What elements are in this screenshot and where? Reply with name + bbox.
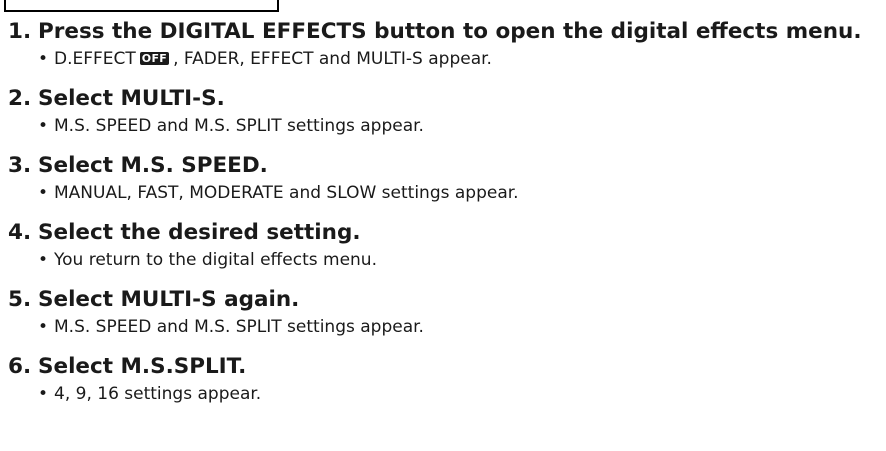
- step-title: Select M.S.SPLIT.: [38, 354, 247, 379]
- note-text: 4, 9, 16 settings appear.: [54, 384, 262, 404]
- step-note: • You return to the digital effects menu…: [38, 248, 882, 272]
- step-number: 4.: [8, 220, 32, 245]
- note-text: M.S. SPEED and M.S. SPLIT settings appea…: [54, 116, 424, 136]
- step-title: Select the desired setting.: [38, 220, 361, 245]
- bullet-icon: •: [38, 317, 49, 337]
- step-title: Select MULTI-S.: [38, 86, 225, 111]
- step-6: 6. Select M.S.SPLIT. • 4, 9, 16 settings…: [8, 352, 882, 406]
- step-number: 3.: [8, 153, 32, 178]
- step-title: Press the DIGITAL EFFECTS button to open…: [38, 19, 862, 44]
- step-note: • M.S. SPEED and M.S. SPLIT settings app…: [38, 114, 882, 138]
- note-text: You return to the digital effects menu.: [54, 250, 377, 270]
- step-note: • 4, 9, 16 settings appear.: [38, 382, 882, 406]
- step-1: 1. Press the DIGITAL EFFECTS button to o…: [8, 17, 882, 71]
- step-note: • D.EFFECT OFF, FADER, EFFECT and MULTI-S…: [38, 47, 882, 71]
- step-3: 3. Select M.S. SPEED. • MANUAL, FAST, MO…: [8, 151, 882, 205]
- note-text-before: D.EFFECT: [54, 49, 136, 69]
- instruction-steps: 1. Press the DIGITAL EFFECTS button to o…: [8, 17, 882, 419]
- step-number: 2.: [8, 86, 32, 111]
- bullet-icon: •: [38, 116, 49, 136]
- step-number: 6.: [8, 354, 32, 379]
- bullet-icon: •: [38, 384, 49, 404]
- step-2: 2. Select MULTI-S. • M.S. SPEED and M.S.…: [8, 84, 882, 138]
- header-frame: [4, 0, 279, 12]
- note-text: MANUAL, FAST, MODERATE and SLOW settings…: [54, 183, 519, 203]
- bullet-icon: •: [38, 250, 49, 270]
- note-text-after: , FADER, EFFECT and MULTI-S appear.: [173, 49, 492, 69]
- bullet-icon: •: [38, 49, 49, 69]
- bullet-icon: •: [38, 183, 49, 203]
- step-number: 5.: [8, 287, 32, 312]
- step-note: • M.S. SPEED and M.S. SPLIT settings app…: [38, 315, 882, 339]
- step-number: 1.: [8, 19, 32, 44]
- note-text: M.S. SPEED and M.S. SPLIT settings appea…: [54, 317, 424, 337]
- step-title: Select MULTI-S again.: [38, 287, 300, 312]
- step-5: 5. Select MULTI-S again. • M.S. SPEED an…: [8, 285, 882, 339]
- step-title: Select M.S. SPEED.: [38, 153, 268, 178]
- off-badge-icon: OFF: [139, 52, 170, 65]
- step-note: • MANUAL, FAST, MODERATE and SLOW settin…: [38, 181, 882, 205]
- step-4: 4. Select the desired setting. • You ret…: [8, 218, 882, 272]
